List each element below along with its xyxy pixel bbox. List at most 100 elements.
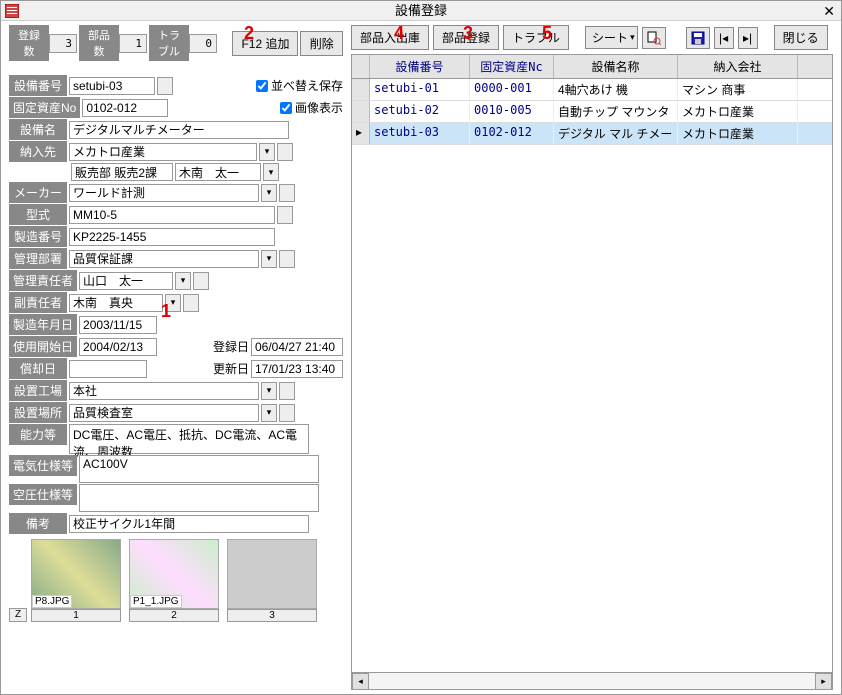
stat-reg-value: 3	[49, 34, 77, 53]
cell-asset-no: 0010-005	[470, 101, 554, 122]
dropdown-mgr[interactable]: ▾	[175, 272, 191, 290]
cell-asset-no: 0102-012	[470, 123, 554, 144]
dropdown-factory[interactable]: ▾	[261, 382, 277, 400]
input-factory[interactable]	[69, 382, 259, 400]
lookup-location[interactable]	[279, 404, 295, 422]
grid-header-asset-no[interactable]: 固定資産Nc	[470, 55, 554, 78]
lookup-dept[interactable]	[279, 250, 295, 268]
table-row[interactable]: setubi-010000-0014軸穴あけ 機マシン 商事	[352, 79, 832, 101]
lookup-maker[interactable]	[279, 184, 295, 202]
input-sub[interactable]	[69, 294, 163, 312]
lookup-factory[interactable]	[279, 382, 295, 400]
cell-asset-no: 0000-001	[470, 79, 554, 100]
trouble-button[interactable]: トラブル	[503, 25, 569, 50]
grid-scrollbar[interactable]: ◂ ▸	[352, 672, 832, 689]
cell-name: デジタル マル チメー	[554, 123, 678, 144]
input-capability[interactable]: DC電圧、AC電圧、抵抗、DC電流、AC電流、周波数	[69, 424, 309, 454]
check-image[interactable]	[280, 102, 292, 114]
dropdown-location[interactable]: ▾	[261, 404, 277, 422]
input-asset-no[interactable]	[82, 99, 168, 117]
thumbnail[interactable]: P1_1.JPG2	[129, 539, 219, 622]
thumbnail-row: P8.JPG1P1_1.JPG23	[31, 539, 317, 622]
cell-equip-no: setubi-03	[370, 123, 470, 144]
first-record-icon[interactable]: |◂	[714, 27, 734, 49]
input-equip-name[interactable]	[69, 121, 289, 139]
input-retire-date[interactable]	[69, 360, 147, 378]
scroll-left-icon[interactable]: ◂	[352, 673, 369, 690]
thumbnail-image[interactable]: P8.JPG	[31, 539, 121, 609]
close-icon[interactable]: ✕	[823, 3, 835, 20]
stat-reg-label: 登録数	[9, 25, 49, 61]
lookup-sub[interactable]	[183, 294, 199, 312]
f12-add-button[interactable]: F12 追加	[232, 31, 298, 56]
input-dept[interactable]	[69, 250, 259, 268]
input-upd-date[interactable]	[251, 360, 343, 378]
grid-header-company[interactable]: 納入会社	[678, 55, 798, 78]
table-row[interactable]: setubi-020010-005自動チップ マウンタメカトロ産業	[352, 101, 832, 123]
lookup-model[interactable]	[277, 206, 293, 224]
thumbnail-number: 3	[227, 609, 317, 622]
input-equip-no[interactable]	[69, 77, 155, 95]
check-reorder[interactable]	[256, 80, 268, 92]
dropdown-dept[interactable]: ▾	[261, 250, 277, 268]
input-mfg-date[interactable]	[79, 316, 157, 334]
grid-header-name[interactable]: 設備名称	[554, 55, 678, 78]
input-supplier[interactable]	[69, 143, 257, 161]
thumbnail[interactable]: P8.JPG1	[31, 539, 121, 622]
label-equip-name: 設備名	[9, 119, 67, 140]
label-reg-date: 登録日	[213, 338, 249, 355]
stat-trouble-label: トラブル	[149, 25, 189, 61]
dropdown-maker[interactable]: ▾	[261, 184, 277, 202]
grid-header-selector[interactable]	[352, 55, 370, 78]
row-selector[interactable]: ▸	[352, 123, 370, 144]
input-supplier-person[interactable]	[175, 163, 261, 181]
label-air: 空圧仕様等	[9, 484, 77, 505]
preview-icon[interactable]	[642, 27, 666, 49]
thumbnail[interactable]: 3	[227, 539, 317, 622]
thumbnail-image[interactable]	[227, 539, 317, 609]
input-serial[interactable]	[69, 228, 275, 246]
dropdown-supplier-person[interactable]: ▾	[263, 163, 279, 181]
row-selector[interactable]	[352, 101, 370, 122]
table-row[interactable]: ▸setubi-030102-012デジタル マル チメーメカトロ産業	[352, 123, 832, 145]
grid-header-equip-no[interactable]: 設備番号	[370, 55, 470, 78]
parts-inout-button[interactable]: 部品入出庫	[351, 25, 429, 50]
input-model[interactable]	[69, 206, 275, 224]
label-dept: 管理部署	[9, 248, 67, 269]
label-elec: 電気仕様等	[9, 455, 77, 476]
cell-company: メカトロ産業	[678, 123, 798, 144]
equipment-grid: 設備番号 固定資産Nc 設備名称 納入会社 setubi-010000-0014…	[351, 54, 833, 690]
scroll-right-icon[interactable]: ▸	[815, 673, 832, 690]
label-retire-date: 償却日	[9, 358, 67, 379]
thumbnail-image[interactable]: P1_1.JPG	[129, 539, 219, 609]
lookup-mgr[interactable]	[193, 272, 209, 290]
label-upd-date: 更新日	[213, 360, 249, 377]
input-note[interactable]	[69, 515, 309, 533]
thumbnail-number: 1	[31, 609, 121, 622]
save-icon[interactable]	[686, 27, 710, 49]
input-supplier-dept[interactable]	[71, 163, 173, 181]
label-note: 備考	[9, 513, 67, 534]
lookup-supplier[interactable]	[277, 143, 293, 161]
app-window: 設備登録 ✕ 1 2 4 3 5 登録数3 部品数1 トラブル0 F12 追加 …	[0, 0, 842, 695]
dropdown-supplier[interactable]: ▾	[259, 143, 275, 161]
row-selector[interactable]	[352, 79, 370, 100]
annotation-5: 5	[542, 23, 552, 44]
input-mgr[interactable]	[79, 272, 173, 290]
last-record-icon[interactable]: ▸|	[738, 27, 758, 49]
lookup-equip-no[interactable]	[157, 77, 173, 95]
label-maker: メーカー	[9, 182, 67, 203]
input-elec[interactable]: AC100V	[79, 455, 319, 483]
input-start-date[interactable]	[79, 338, 157, 356]
input-reg-date[interactable]	[251, 338, 343, 356]
input-maker[interactable]	[69, 184, 259, 202]
input-air[interactable]	[79, 484, 319, 512]
stat-parts-label: 部品数	[79, 25, 119, 61]
sheet-dropdown[interactable]: シート▾	[585, 26, 638, 49]
annotation-3: 3	[463, 23, 473, 44]
delete-button[interactable]: 削除	[300, 31, 343, 56]
scroll-track[interactable]	[369, 673, 815, 689]
close-button[interactable]: 閉じる	[774, 25, 828, 50]
input-location[interactable]	[69, 404, 259, 422]
cell-equip-no: setubi-01	[370, 79, 470, 100]
